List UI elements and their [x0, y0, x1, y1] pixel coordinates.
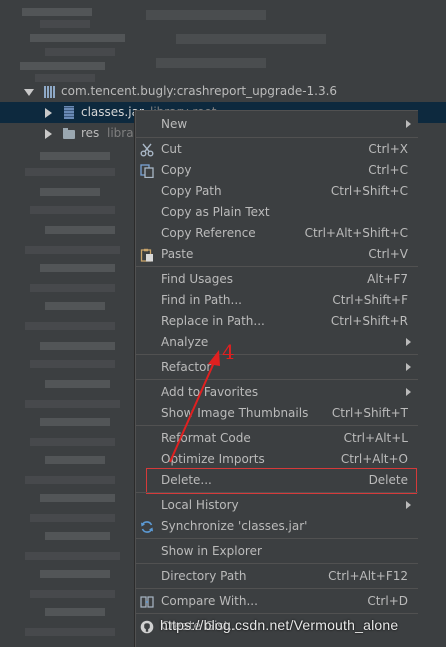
watermark: https://blog.csdn.net/Vermouth_alone [160, 617, 399, 633]
annotation-arrow [169, 350, 220, 463]
annotation-number: 4 [222, 340, 235, 364]
